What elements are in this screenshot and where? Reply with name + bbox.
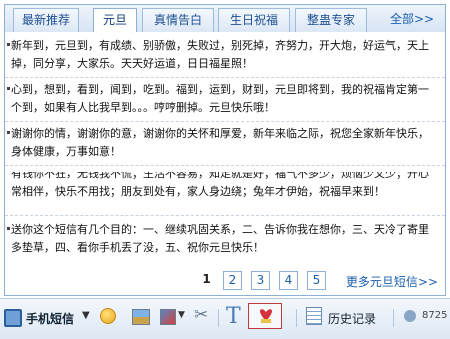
tab-new-year[interactable]: 元旦 (93, 8, 137, 34)
divider (393, 309, 394, 327)
divider (296, 309, 297, 327)
page-4[interactable]: 4 (279, 271, 298, 290)
page-3[interactable]: 3 (251, 271, 270, 290)
bullet-icon (7, 87, 10, 90)
tab-bar: 最新推荐 元旦 真情告白 生日祝福 整蛊专家 全部>> (4, 4, 446, 34)
tab-birthday[interactable]: 生日祝福 (218, 8, 290, 33)
message-text: 送你这个短信有几个目的：一、继续巩固关系，二、告诉你我在想你，三、天冷了寄里多垫… (11, 223, 429, 254)
font-icon[interactable]: T (226, 304, 241, 329)
bullet-icon (7, 43, 10, 46)
history-icon[interactable] (306, 307, 322, 325)
phone-icon[interactable] (4, 309, 22, 327)
list-item[interactable]: 新年到，元旦到，有成绩、别骄傲，失败过，别死掉，齐努力，开大炮，好运气，天上掉，… (5, 34, 445, 78)
bullet-icon (7, 131, 10, 134)
list-item[interactable]: 有钱你不狂，无钱我不慌；生活不容易，知足就是好；福气不多少，烦恼少又少；开心常相… (5, 172, 445, 216)
gift-icon (260, 309, 272, 323)
page-2[interactable]: 2 (223, 271, 242, 290)
online-count: 8725 (422, 310, 448, 321)
message-text: 有钱你不狂，无钱我不慌；生活不容易，知足就是好；福气不多少，烦恼少又少；开心常相… (11, 172, 429, 198)
page-5[interactable]: 5 (307, 271, 326, 290)
tab-love[interactable]: 真情告白 (142, 8, 214, 33)
chevron-down-icon[interactable]: ▼ (178, 310, 185, 332)
qq-icon (404, 310, 416, 322)
page-1[interactable]: 1 (197, 271, 216, 290)
gift-button[interactable] (248, 303, 282, 329)
mobile-sms-button[interactable]: 手机短信 (26, 310, 74, 332)
list-item[interactable]: 谢谢你的情，谢谢你的意，谢谢你的关怀和厚爱，新年来临之际，祝您全家新年快乐，身体… (5, 122, 445, 166)
divider (218, 309, 219, 327)
tab-prank[interactable]: 整蛊专家 (295, 8, 367, 33)
tab-latest[interactable]: 最新推荐 (13, 8, 79, 33)
list-item[interactable]: 送你这个短信有几个目的：一、继续巩固关系，二、告诉你我在想你，三、天冷了寄里多垫… (5, 218, 445, 262)
message-text: 谢谢你的情，谢谢你的意，谢谢你的关怀和厚爱，新年来临之际，祝您全家新年快乐，身体… (11, 127, 429, 158)
screenshot-icon[interactable] (160, 309, 176, 325)
message-panel: 新年到，元旦到，有成绩、别骄傲，失败过，别死掉，齐努力，开大炮，好运气，天上掉，… (4, 32, 446, 296)
tab-all-more[interactable]: 全部>> (381, 8, 443, 33)
chevron-down-icon[interactable]: ▼ (82, 310, 90, 332)
history-button[interactable]: 历史记录 (328, 310, 376, 332)
bottom-toolbar: 手机短信 ▼ ▼ ✂ T 历史记录 8725 (0, 298, 450, 339)
message-text: 新年到，元旦到，有成绩、别骄傲，失败过，别死掉，齐努力，开大炮，好运气，天上掉，… (11, 39, 429, 70)
message-text: 心到，想到，看到，闻到，吃到。福到，运到，财到，元旦即将到，我的祝福肯定第一个到… (11, 83, 429, 114)
smile-icon[interactable] (100, 308, 116, 324)
bullet-icon (7, 227, 10, 230)
pagination: 1 2 3 4 5 更多元旦短信>> (4, 268, 444, 294)
more-new-year-sms-link[interactable]: 更多元旦短信>> (346, 273, 438, 290)
scissors-icon[interactable]: ✂ (194, 305, 208, 327)
image-icon[interactable] (132, 309, 150, 325)
list-item[interactable]: 心到，想到，看到，闻到，吃到。福到，运到，财到，元旦即将到，我的祝福肯定第一个到… (5, 78, 445, 122)
